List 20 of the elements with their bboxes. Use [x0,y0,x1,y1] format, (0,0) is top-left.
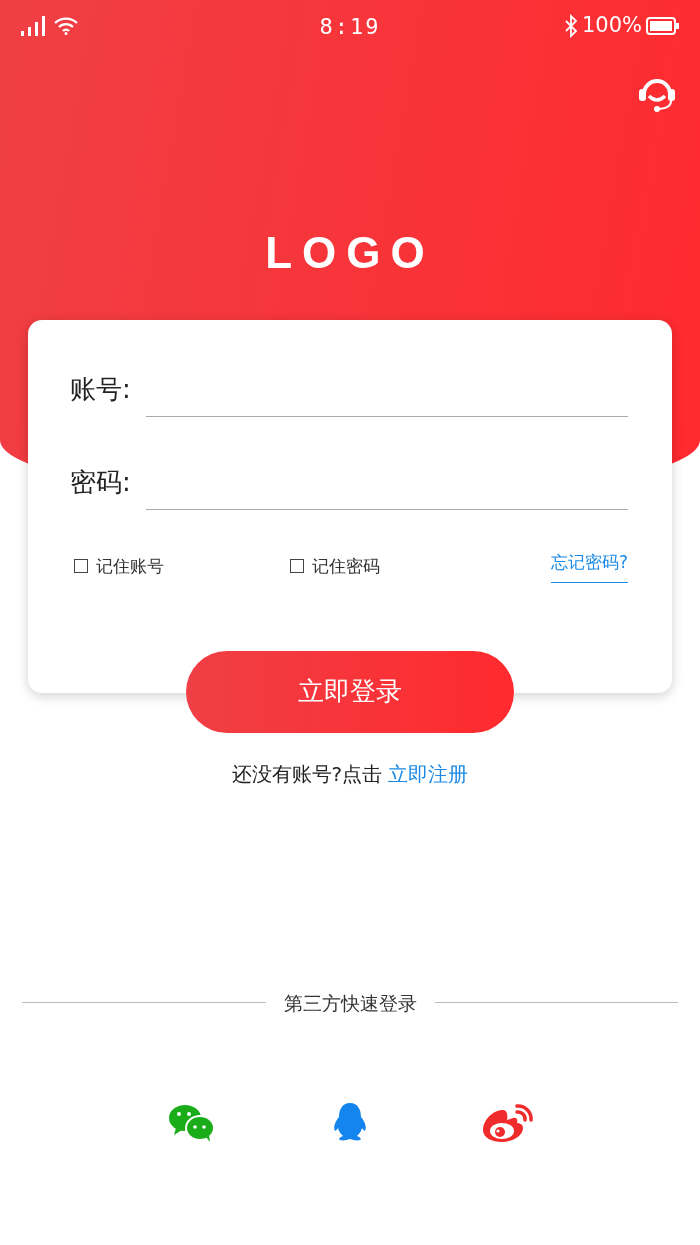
forgot-password-link[interactable]: 忘记密码? [550,550,628,583]
checkbox[interactable] [74,559,88,574]
chat-bubbles-icon[interactable] [168,1103,216,1143]
checkbox-label: 记住密码 [312,554,380,578]
wifi-icon [54,17,78,35]
checkbox[interactable] [290,559,304,574]
eye-swirl-icon[interactable] [481,1102,535,1144]
register-prompt: 还没有账号?点击 [231,761,384,786]
battery-percent: 100% [581,12,642,40]
register-link[interactable]: 立即注册 [388,761,469,786]
signal-icon [20,16,46,36]
field-label: 账号: [70,373,132,406]
battery-icon [646,17,680,35]
logo-text: LOGO [264,227,436,279]
bluetooth-icon [563,14,578,38]
checkbox-label: 记住账号 [96,554,164,578]
clock-time: 8:19 [319,12,381,41]
field-label: 密码: [70,466,132,499]
login-button[interactable]: 立即登录 [186,650,514,733]
section-title: 第三方快速登录 [282,990,418,1016]
